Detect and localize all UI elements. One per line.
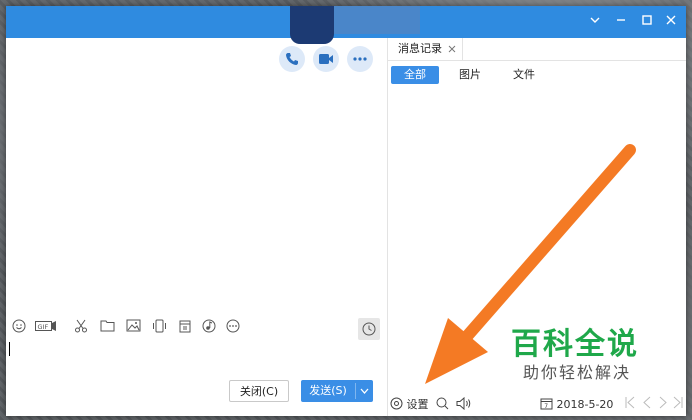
watermark-title: 百科全说	[511, 327, 639, 362]
watermark: 百科全说 助你轻松解决	[511, 327, 639, 383]
watermark-subtitle: 助你轻松解决	[523, 363, 632, 382]
